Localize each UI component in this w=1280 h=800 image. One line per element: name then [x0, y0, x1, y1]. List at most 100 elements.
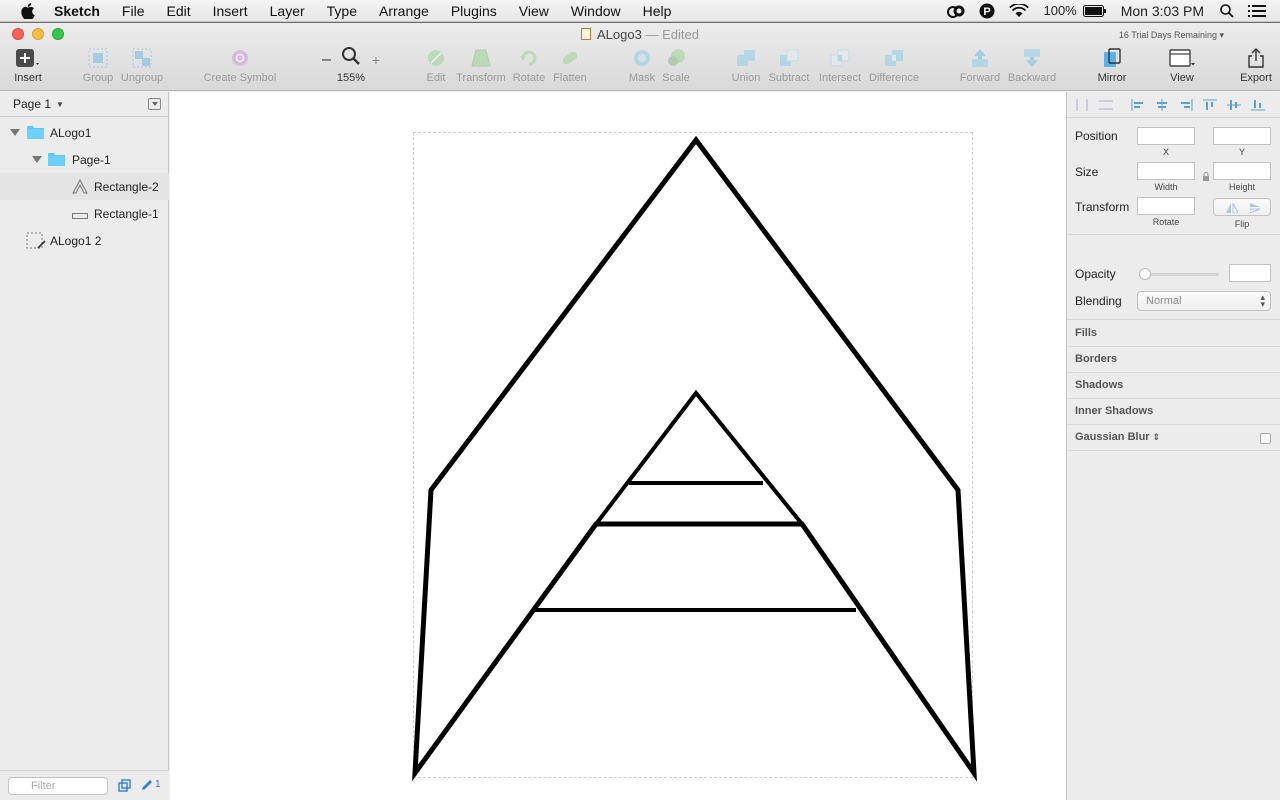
align-top-icon[interactable] — [1201, 98, 1219, 112]
insert-plus-icon — [10, 45, 46, 69]
union-button[interactable]: Union — [728, 45, 764, 84]
layer-page-1[interactable]: Page-1 — [0, 146, 169, 173]
zoom-control: – + 155% — [322, 45, 380, 84]
blur-type-arrows-icon[interactable]: ⇕ — [1153, 432, 1161, 442]
zoom-out-button[interactable]: – — [322, 51, 331, 69]
insert-button[interactable]: Insert — [10, 45, 46, 84]
spotlight-search-icon[interactable] — [1220, 3, 1234, 18]
position-x-input[interactable] — [1137, 127, 1195, 145]
opacity-slider-knob[interactable] — [1139, 268, 1151, 280]
scale-button[interactable]: Scale — [660, 45, 692, 84]
page-name: Page 1 — [13, 97, 52, 111]
opacity-input[interactable] — [1229, 264, 1271, 282]
menu-help[interactable]: Help — [643, 3, 672, 19]
layer-alogo1-2[interactable]: ALogo1 2 — [0, 227, 169, 254]
wifi-icon[interactable] — [1009, 3, 1030, 18]
create-symbol-button[interactable]: Create Symbol — [200, 45, 280, 84]
edit-label: Edit — [426, 72, 446, 84]
mirror-label: Mirror — [1097, 72, 1127, 84]
distribute-horizontal-icon[interactable] — [1073, 98, 1091, 112]
align-left-icon[interactable] — [1129, 98, 1147, 112]
layer-label: ALogo1 — [50, 125, 92, 140]
export-button[interactable]: Export — [1236, 45, 1276, 84]
flatten-button[interactable]: Flatten — [550, 45, 590, 84]
gaussian-blur-section[interactable]: Gaussian Blur ⇕ — [1067, 425, 1280, 451]
menu-view[interactable]: View — [519, 3, 549, 19]
rotate-button[interactable]: Rotate — [510, 45, 548, 84]
group-button[interactable]: Group — [80, 45, 116, 84]
zoom-in-button[interactable]: + — [372, 51, 380, 69]
mask-button[interactable]: Mask — [626, 45, 658, 84]
disclosure-triangle-icon[interactable] — [10, 129, 20, 136]
align-bottom-icon[interactable] — [1249, 98, 1267, 112]
edit-button[interactable]: Edit — [420, 45, 452, 84]
gaussian-blur-checkbox[interactable] — [1260, 433, 1271, 444]
height-input[interactable] — [1213, 162, 1271, 180]
creative-cloud-icon[interactable] — [947, 4, 965, 18]
notification-center-icon[interactable] — [1248, 4, 1266, 17]
edited-layers-filter-icon[interactable] — [140, 778, 154, 795]
difference-button[interactable]: Difference — [866, 45, 922, 84]
menu-file[interactable]: File — [122, 3, 145, 19]
flip-vertical-icon[interactable] — [1249, 202, 1262, 216]
clock[interactable]: Mon 3:03 PM — [1121, 3, 1204, 19]
menu-plugins[interactable]: Plugins — [451, 3, 497, 19]
ungroup-button[interactable]: Ungroup — [118, 45, 166, 84]
subtract-button[interactable]: Subtract — [766, 45, 812, 84]
menu-window[interactable]: Window — [571, 3, 621, 19]
ungroup-icon — [118, 45, 166, 69]
menu-insert[interactable]: Insert — [213, 3, 248, 19]
edit-pen-icon — [420, 45, 452, 69]
y-label: Y — [1238, 147, 1245, 157]
shadows-section[interactable]: Shadows — [1067, 373, 1280, 399]
width-input[interactable] — [1137, 162, 1195, 180]
inner-triangle-shape[interactable] — [591, 389, 807, 526]
position-y-input[interactable] — [1213, 127, 1271, 145]
flip-buttons[interactable] — [1213, 198, 1271, 216]
zoom-level: 155% — [336, 72, 366, 84]
rotate-input[interactable] — [1137, 197, 1195, 215]
p-status-icon[interactable]: P — [979, 3, 995, 19]
opacity-slider-track[interactable] — [1139, 273, 1219, 276]
menu-app-sketch[interactable]: Sketch — [54, 3, 100, 19]
page-selector[interactable]: Page 1 ▼ — [0, 92, 169, 117]
trial-remaining-label: 16 Trial Days Remaining — [1118, 30, 1217, 40]
trial-remaining-button[interactable]: 16 Trial Days Remaining ▾ — [1119, 30, 1224, 41]
disclosure-triangle-icon[interactable] — [32, 156, 42, 163]
edited-count: 1 — [155, 779, 161, 790]
layer-rectangle-1[interactable]: Rectangle-1 — [0, 200, 169, 227]
outer-a-shape[interactable] — [412, 135, 977, 782]
canvas[interactable] — [170, 92, 1066, 800]
zoom-magnifier-icon[interactable] — [341, 46, 361, 69]
menu-layer[interactable]: Layer — [270, 3, 305, 19]
inner-shadows-section[interactable]: Inner Shadows — [1067, 399, 1280, 425]
apple-menu-icon[interactable] — [18, 1, 38, 21]
align-middle-vertical-icon[interactable] — [1225, 98, 1243, 112]
document-status: Edited — [662, 27, 699, 42]
mirror-button[interactable]: Mirror — [1092, 45, 1132, 84]
forward-button[interactable]: Forward — [958, 45, 1002, 84]
battery-icon[interactable] — [1082, 4, 1107, 17]
collapse-pages-icon[interactable] — [148, 98, 161, 110]
view-button[interactable]: View — [1162, 45, 1202, 84]
align-right-icon[interactable] — [1177, 98, 1195, 112]
menu-edit[interactable]: Edit — [166, 3, 190, 19]
menu-type[interactable]: Type — [327, 3, 357, 19]
layer-filter-input[interactable]: Filter — [8, 777, 108, 795]
transform-button[interactable]: Transform — [455, 45, 507, 84]
forward-label: Forward — [959, 72, 1001, 84]
fills-section[interactable]: Fills — [1067, 321, 1280, 347]
backward-button[interactable]: Backward — [1006, 45, 1058, 84]
align-center-horizontal-icon[interactable] — [1153, 98, 1171, 112]
symbols-filter-icon[interactable] — [118, 779, 131, 795]
lock-proportions-icon[interactable] — [1202, 171, 1210, 185]
borders-section[interactable]: Borders — [1067, 347, 1280, 373]
distribute-vertical-icon[interactable] — [1097, 98, 1115, 112]
menu-arrange[interactable]: Arrange — [379, 3, 429, 19]
intersect-button[interactable]: Intersect — [816, 45, 864, 84]
blending-select[interactable]: Normal ▴ ▾ — [1137, 291, 1271, 311]
flip-horizontal-icon[interactable] — [1226, 202, 1239, 216]
layer-rectangle-2[interactable]: Rectangle-2 — [0, 173, 169, 200]
svg-text:P: P — [984, 6, 991, 18]
layer-alogo1[interactable]: ALogo1 — [0, 119, 169, 146]
